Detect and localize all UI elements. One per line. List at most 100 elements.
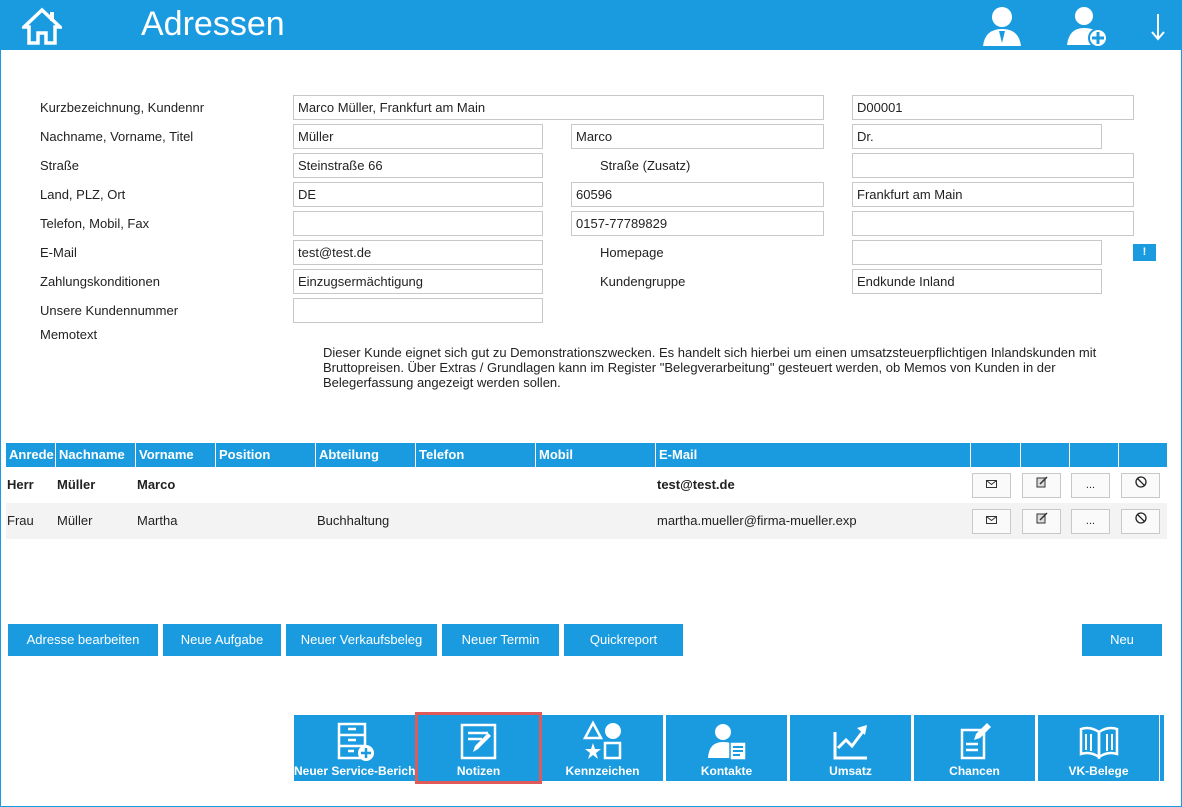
label-strasse: Straße	[40, 158, 80, 173]
zahlung-field[interactable]	[293, 269, 543, 294]
cell-telefon	[416, 503, 417, 539]
land-field[interactable]	[293, 182, 543, 207]
adresse-bearbeiten-button[interactable]: Adresse bearbeiten	[8, 624, 158, 656]
home-icon[interactable]	[19, 6, 65, 46]
cell-nachname: Müller	[57, 477, 96, 492]
label-unsere-kundennummer: Unsere Kundennummer	[40, 303, 179, 318]
kundennr-field[interactable]	[852, 95, 1134, 120]
col-telefon[interactable]: Telefon	[416, 443, 536, 467]
kurzbezeichnung-field[interactable]	[293, 95, 824, 120]
edit-contact-button[interactable]	[1022, 509, 1061, 534]
neuer-termin-button[interactable]: Neuer Termin	[442, 624, 559, 656]
unsere-kundennummer-field[interactable]	[293, 298, 543, 323]
cell-email: martha.mueller@firma-mueller.exp	[657, 513, 857, 528]
shapes-icon	[582, 720, 622, 760]
cell-mobil	[536, 467, 537, 503]
plz-field[interactable]	[571, 182, 824, 207]
delete-contact-button[interactable]	[1121, 473, 1160, 498]
col-action-2	[1021, 443, 1070, 467]
homepage-open-button[interactable]: !	[1133, 244, 1156, 261]
quickreport-button[interactable]: Quickreport	[564, 624, 683, 656]
col-email[interactable]: E-Mail	[656, 443, 971, 467]
edit-clipboard-icon	[960, 723, 991, 760]
table-row[interactable]: Frau Müller Martha Buchhaltung martha.mu…	[6, 503, 1167, 539]
nachname-field[interactable]	[293, 124, 543, 149]
table-row[interactable]: Herr Müller Marco test@test.de ...	[6, 467, 1167, 503]
cell-abteilung: Buchhaltung	[317, 513, 390, 528]
mail-button[interactable]	[972, 509, 1011, 534]
add-user-icon[interactable]	[1064, 5, 1110, 50]
memo-text: Dieser Kunde eignet sich gut zu Demonstr…	[323, 345, 1097, 390]
label-strasse-zusatz: Straße (Zusatz)	[600, 158, 691, 173]
cell-vorname: Martha	[137, 513, 178, 528]
header-bar: Adressen	[0, 0, 1182, 50]
titel-field[interactable]	[852, 124, 1102, 149]
label-zahlung: Zahlungskonditionen	[40, 274, 160, 289]
cell-mobil	[536, 503, 537, 539]
neue-aufgabe-button[interactable]: Neue Aufgabe	[163, 624, 281, 656]
block-icon	[1134, 476, 1147, 488]
contact-card-icon	[708, 724, 747, 761]
tile-label: Chancen	[949, 764, 1000, 778]
tile-label: VK-Belege	[1068, 764, 1129, 778]
vorname-field[interactable]	[571, 124, 824, 149]
mail-button[interactable]	[972, 473, 1011, 498]
user-icon[interactable]	[980, 5, 1024, 50]
col-action-1	[971, 443, 1021, 467]
mail-icon	[986, 480, 997, 488]
label-telefon: Telefon, Mobil, Fax	[40, 216, 150, 231]
page-title: Adressen	[141, 5, 285, 43]
fax-field[interactable]	[852, 211, 1134, 236]
tile-partial	[1160, 715, 1164, 781]
label-homepage: Homepage	[600, 245, 664, 260]
col-mobil[interactable]: Mobil	[536, 443, 656, 467]
notes-icon	[460, 723, 497, 760]
strasse-field[interactable]	[293, 153, 543, 178]
mobil-field[interactable]	[571, 211, 824, 236]
col-vorname[interactable]: Vorname	[136, 443, 216, 467]
cell-vorname: Marco	[137, 477, 176, 492]
tile-notizen[interactable]: Notizen	[415, 712, 542, 784]
label-kurzbezeichnung: Kurzbezeichnung, Kundennr	[40, 100, 205, 115]
ort-field[interactable]	[852, 182, 1134, 207]
label-memotext: Memotext	[40, 327, 98, 342]
col-anrede[interactable]: Anrede	[6, 443, 56, 467]
tile-chancen[interactable]: Chancen	[914, 715, 1035, 781]
mail-icon	[986, 516, 997, 524]
email-field[interactable]	[293, 240, 543, 265]
homepage-field[interactable]	[852, 240, 1102, 265]
window-frame	[0, 0, 1182, 807]
cell-position	[216, 503, 217, 539]
label-kundengruppe: Kundengruppe	[600, 274, 686, 289]
open-book-icon	[1079, 726, 1119, 760]
delete-contact-button[interactable]	[1121, 509, 1160, 534]
tile-kontakte[interactable]: Kontakte	[666, 715, 787, 781]
block-icon	[1134, 512, 1147, 524]
trend-chart-icon	[833, 725, 867, 760]
arrow-down-icon[interactable]	[1150, 12, 1166, 45]
service-report-icon	[337, 722, 374, 761]
tile-neuer-service-bericht[interactable]: Neuer Service-Bericht	[294, 715, 420, 781]
tile-label: Notizen	[456, 764, 501, 778]
cell-nachname: Müller	[57, 513, 93, 528]
neuer-verkaufsbeleg-button[interactable]: Neuer Verkaufsbeleg	[286, 624, 437, 656]
more-button[interactable]: ...	[1071, 473, 1110, 498]
cell-anrede: Herr	[7, 477, 34, 492]
more-button[interactable]: ...	[1071, 509, 1110, 534]
label-email: E-Mail	[40, 245, 77, 260]
tile-vk-belege[interactable]: VK-Belege	[1038, 715, 1159, 781]
tile-umsatz[interactable]: Umsatz	[790, 715, 911, 781]
cell-telefon	[416, 467, 417, 503]
col-nachname[interactable]: Nachname	[56, 443, 136, 467]
tile-label: Neuer Service-Bericht	[294, 764, 420, 778]
kundengruppe-field[interactable]	[852, 269, 1102, 294]
tile-kennzeichen[interactable]: Kennzeichen	[542, 715, 663, 781]
strasse-zusatz-field[interactable]	[852, 153, 1134, 178]
cell-email: test@test.de	[657, 477, 735, 492]
col-position[interactable]: Position	[216, 443, 316, 467]
cell-anrede: Frau	[7, 513, 34, 528]
telefon-field[interactable]	[293, 211, 543, 236]
neu-button[interactable]: Neu	[1082, 624, 1162, 656]
edit-contact-button[interactable]	[1022, 473, 1061, 498]
col-abteilung[interactable]: Abteilung	[316, 443, 416, 467]
